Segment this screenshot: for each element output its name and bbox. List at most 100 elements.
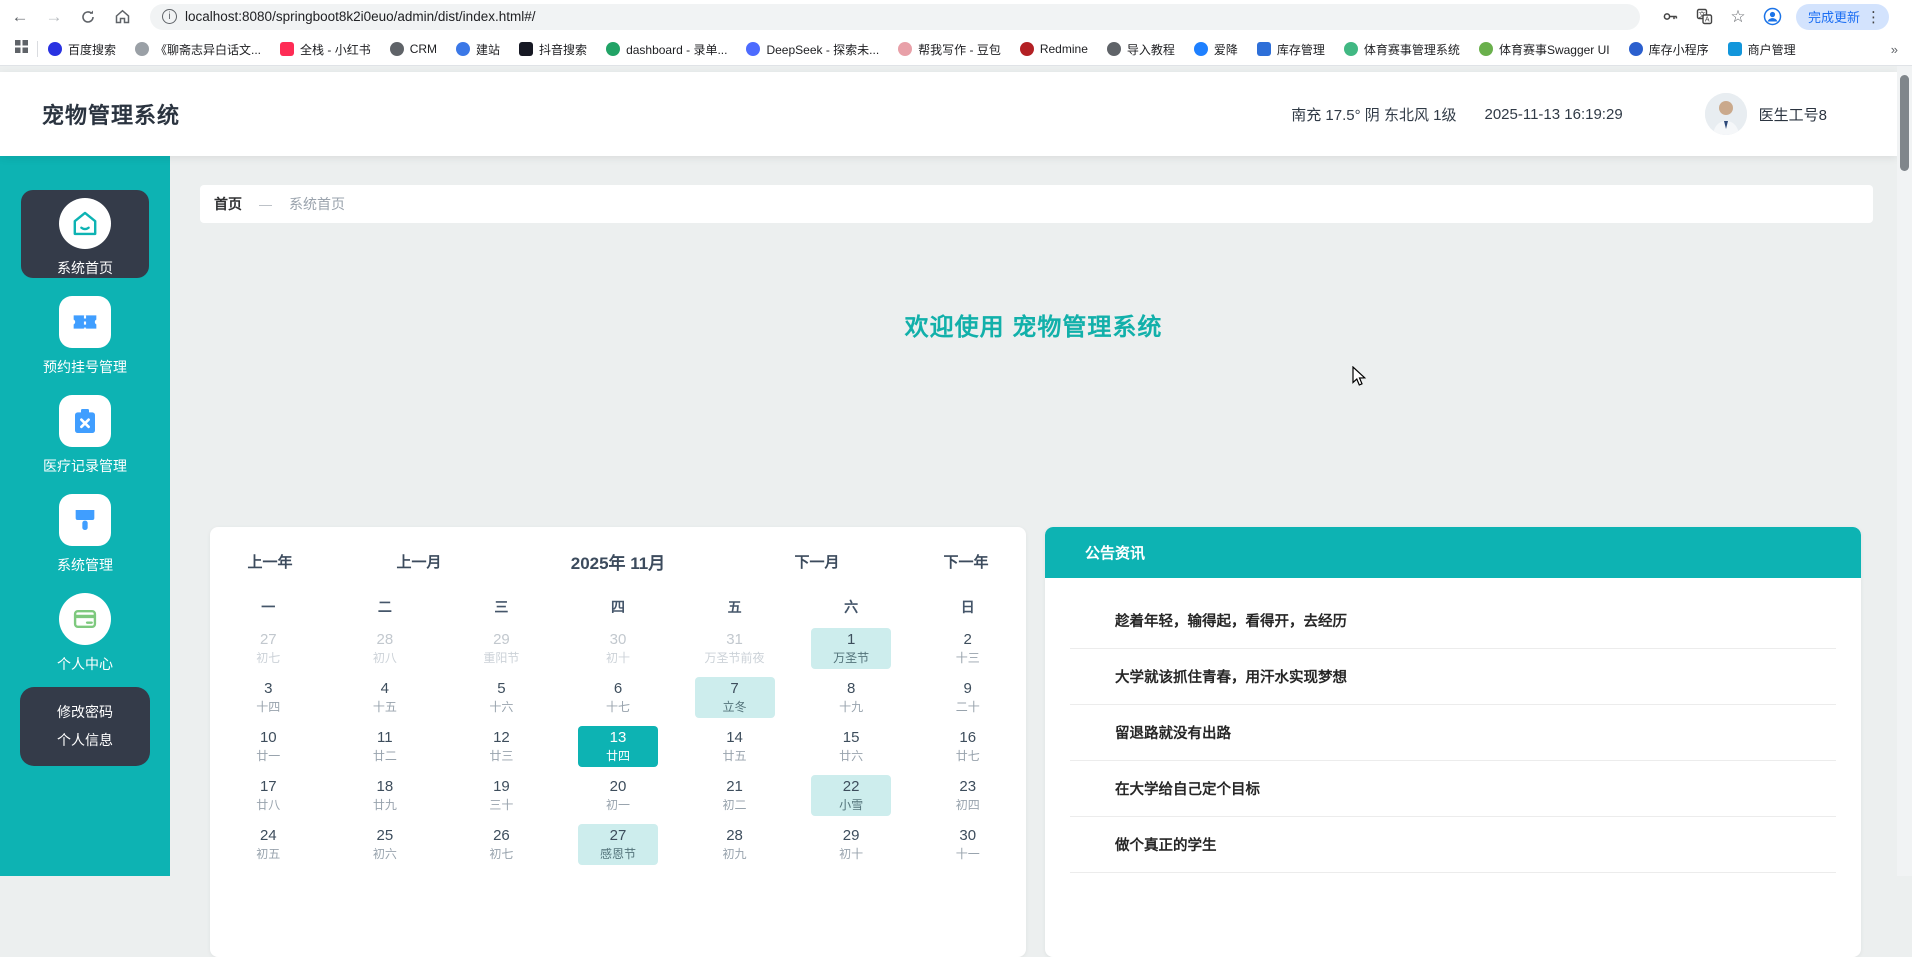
calendar-day-cell[interactable]: 3十四	[210, 673, 327, 722]
announcement-item[interactable]: 大学就该抓住青春，用汗水实现梦想	[1070, 649, 1836, 705]
calendar-day-cell[interactable]: 29初十	[793, 820, 910, 869]
calendar-day-cell[interactable]: 27感恩节	[560, 820, 677, 869]
sidebar-item-系统首页[interactable]: 系统首页	[0, 190, 170, 278]
calendar-day-cell[interactable]: 7立冬	[676, 673, 793, 722]
calendar-day-cell[interactable]: 27初七	[210, 624, 327, 673]
calendar-day-cell[interactable]: 1万圣节	[793, 624, 910, 673]
next-month-button[interactable]: 下一月	[728, 551, 906, 572]
sidebar-item-预约挂号管理[interactable]: 预约挂号管理	[0, 296, 170, 377]
calendar-day-cell[interactable]: 9二十	[909, 673, 1026, 722]
calendar-day-cell[interactable]: 10廿一	[210, 722, 327, 771]
bookmark-item[interactable]: 爱降	[1194, 41, 1238, 58]
calendar-day-cell[interactable]: 16廿七	[909, 722, 1026, 771]
calendar-day-cell[interactable]: 26初七	[443, 820, 560, 869]
calendar-grid: 27初七28初八29重阳节30初十31万圣节前夜1万圣节2十三 3十四4十五5十六…	[210, 624, 1026, 869]
bookmark-favicon	[48, 42, 62, 56]
bookmark-item[interactable]: 百度搜索	[48, 41, 116, 58]
calendar-day-cell[interactable]: 24初五	[210, 820, 327, 869]
bookmark-item[interactable]: 全栈 - 小红书	[280, 41, 371, 58]
home-icon[interactable]	[108, 3, 136, 31]
announcement-item[interactable]: 留退路就没有出路	[1070, 705, 1836, 761]
forward-icon[interactable]: →	[40, 3, 68, 31]
calendar-day-cell[interactable]: 2十三	[909, 624, 1026, 673]
calendar-day-cell[interactable]: 20初一	[560, 771, 677, 820]
bookmark-item[interactable]: 商户管理	[1728, 41, 1796, 58]
bookmark-item[interactable]: 《聊斋志异白话文...	[135, 41, 261, 58]
bookmark-item[interactable]: 库存管理	[1257, 41, 1325, 58]
scrollbar-thumb[interactable]	[1900, 75, 1909, 171]
apps-grid-icon[interactable]	[14, 39, 29, 59]
bookmarks-overflow-chevron[interactable]: »	[1891, 42, 1898, 57]
prev-year-button[interactable]: 上一年	[210, 551, 330, 572]
calendar-day-cell[interactable]: 19三十	[443, 771, 560, 820]
calendar-day-cell[interactable]: 18廿九	[327, 771, 444, 820]
calendar-day-cell[interactable]: 30初十	[560, 624, 677, 673]
page-scrollbar[interactable]	[1897, 66, 1912, 876]
announcement-item[interactable]: 做个真正的学生	[1070, 817, 1836, 873]
site-info-icon[interactable]: i	[162, 9, 177, 24]
calendar-day-cell[interactable]: 28初八	[327, 624, 444, 673]
bookmark-item[interactable]: DeepSeek - 探索未...	[746, 41, 879, 58]
calendar-day-cell[interactable]: 30十一	[909, 820, 1026, 869]
bookmark-item[interactable]: 帮我写作 - 豆包	[898, 41, 1001, 58]
next-year-button[interactable]: 下一年	[906, 551, 1026, 572]
calendar-day-cell[interactable]: 31万圣节前夜	[676, 624, 793, 673]
bookmark-item[interactable]: 导入教程	[1107, 41, 1175, 58]
announcement-item[interactable]: 趁着年轻，输得起，看得开，去经历	[1070, 593, 1836, 649]
calendar-title: 2025年 11月	[508, 549, 728, 574]
breadcrumb-home[interactable]: 首页	[214, 194, 242, 214]
calendar-day-cell[interactable]: 21初二	[676, 771, 793, 820]
bookmark-item[interactable]: 体育赛事管理系统	[1344, 41, 1460, 58]
bookmark-item[interactable]: 库存小程序	[1629, 41, 1709, 58]
calendar-day-cell[interactable]: 11廿二	[327, 722, 444, 771]
calendar-day-cell[interactable]: 13廿四	[560, 722, 677, 771]
reload-icon[interactable]	[74, 3, 102, 31]
username-text[interactable]: 医生工号8	[1759, 104, 1827, 125]
calendar-day-cell[interactable]: 12廿三	[443, 722, 560, 771]
calendar-day-cell[interactable]: 23初四	[909, 771, 1026, 820]
calendar-day-cell[interactable]: 22小雪	[793, 771, 910, 820]
submenu-item-修改密码[interactable]: 修改密码	[20, 698, 150, 726]
calendar-day-cell[interactable]: 14廿五	[676, 722, 793, 771]
url-text[interactable]: localhost:8080/springboot8k2i0euo/admin/…	[185, 9, 535, 24]
address-bar[interactable]: i localhost:8080/springboot8k2i0euo/admi…	[150, 4, 1640, 30]
weekday-label: 四	[560, 597, 677, 617]
calendar-day-cell[interactable]: 15廿六	[793, 722, 910, 771]
calendar-day-cell[interactable]: 29重阳节	[443, 624, 560, 673]
bookmark-item[interactable]: 抖音搜索	[519, 41, 587, 58]
sidebar-item-系统管理[interactable]: 系统管理	[0, 494, 170, 575]
bookmark-item[interactable]: CRM	[390, 42, 437, 56]
announcement-item[interactable]: 在大学给自己定个目标	[1070, 761, 1836, 817]
submenu-item-个人信息[interactable]: 个人信息	[20, 726, 150, 754]
calendar-day-cell[interactable]: 4十五	[327, 673, 444, 722]
day-lunar-label: 小雪	[811, 797, 891, 813]
menu-kebab-icon[interactable]: ⋮	[1866, 8, 1881, 26]
profile-icon[interactable]	[1758, 3, 1786, 31]
calendar-day-cell[interactable]: 5十六	[443, 673, 560, 722]
bookmark-item[interactable]: Redmine	[1020, 42, 1088, 56]
back-icon[interactable]: ←	[6, 3, 34, 31]
bookmark-item[interactable]: 体育赛事Swagger UI	[1479, 41, 1610, 58]
calendar-day-cell[interactable]: 6十七	[560, 673, 677, 722]
translate-icon[interactable]: 文A	[1690, 3, 1718, 31]
calendar-day-cell[interactable]: 17廿八	[210, 771, 327, 820]
sidebar-item-个人中心[interactable]: 个人中心	[0, 593, 170, 674]
bookmark-star-icon[interactable]: ☆	[1724, 3, 1752, 31]
sidebar-item-医疗记录管理[interactable]: 医疗记录管理	[0, 395, 170, 476]
day-number: 18	[345, 777, 425, 797]
day-lunar-label: 廿七	[928, 748, 1008, 764]
day-lunar-label: 十六	[461, 699, 541, 715]
day-lunar-label: 初五	[228, 846, 308, 862]
prev-month-button[interactable]: 上一月	[330, 551, 508, 572]
calendar-day-cell[interactable]: 25初六	[327, 820, 444, 869]
day-number: 6	[578, 679, 658, 699]
chrome-update-button[interactable]: 完成更新 ⋮	[1796, 4, 1889, 30]
day-number: 7	[695, 679, 775, 699]
calendar-day-cell[interactable]: 8十九	[793, 673, 910, 722]
bookmark-item[interactable]: dashboard - 录单...	[606, 41, 727, 58]
calendar-day-cell[interactable]: 28初九	[676, 820, 793, 869]
weekday-label: 日	[909, 597, 1026, 617]
bookmark-item[interactable]: 建站	[456, 41, 500, 58]
password-key-icon[interactable]	[1656, 3, 1684, 31]
user-avatar[interactable]	[1705, 93, 1747, 135]
